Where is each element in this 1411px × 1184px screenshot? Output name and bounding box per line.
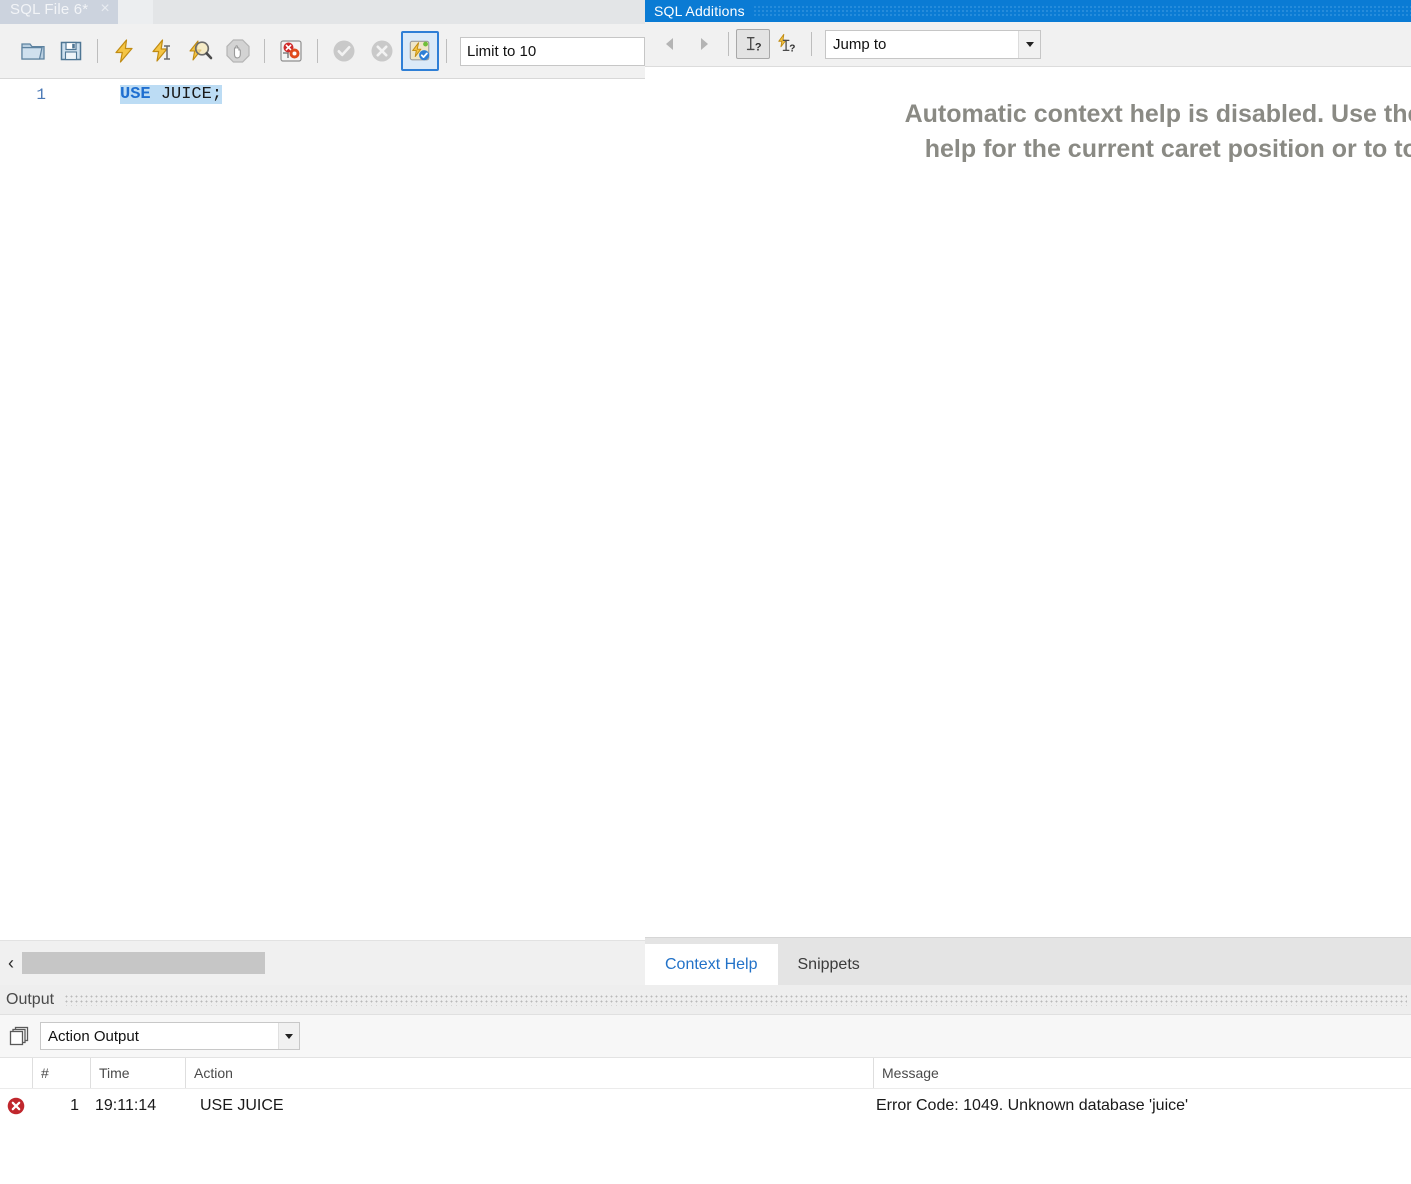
code-line-1[interactable]: USE JUICE;: [70, 80, 645, 110]
forward-arrow-icon[interactable]: [687, 28, 721, 60]
table-row[interactable]: 1 19:11:14 USE JUICE Error Code: 1049. U…: [0, 1089, 1411, 1122]
toolbar-separator: [811, 32, 812, 56]
stop-execution-icon[interactable]: [219, 31, 257, 71]
output-toolbar: Action Output: [0, 1015, 1411, 1058]
sql-additions-tab-bar: Context Help Snippets: [645, 937, 1411, 985]
tab-context-help-label: Context Help: [665, 955, 758, 973]
open-sql-script-icon[interactable]: [14, 31, 52, 71]
sql-editor-toolbar: Limit to 10: [0, 24, 645, 79]
commit-icon[interactable]: [325, 31, 363, 71]
save-script-icon[interactable]: [52, 31, 90, 71]
editor-tab-sql-file-6[interactable]: SQL File 6* ×: [0, 0, 118, 24]
chevron-left-icon[interactable]: ‹: [0, 954, 22, 972]
code-selection: USE JUICE;: [120, 85, 223, 104]
toolbar-separator: [317, 39, 318, 63]
toolbar-separator: [728, 32, 729, 56]
svg-text:?: ?: [755, 41, 762, 53]
close-icon[interactable]: ×: [100, 1, 109, 17]
execute-current-statement-icon[interactable]: [143, 31, 181, 71]
row-time: 19:11:14: [95, 1096, 157, 1114]
toolbar-separator: [264, 39, 265, 63]
line-number: 1: [36, 86, 46, 104]
chevron-down-icon[interactable]: [1018, 30, 1040, 58]
context-help-message: Automatic context help is disabled. Use …: [904, 100, 1411, 163]
panel-grip-icon: [64, 993, 1407, 1006]
output-title-bar: Output: [0, 985, 1411, 1015]
scrollbar-track[interactable]: [22, 952, 645, 974]
context-help-icon[interactable]: ?: [736, 29, 770, 59]
sql-additions-title-bar: SQL Additions: [645, 0, 1411, 22]
row-action: USE JUICE: [200, 1096, 284, 1114]
tab-strip-filler: [153, 0, 645, 24]
explain-query-icon[interactable]: [181, 31, 219, 71]
output-pane: Output Action Output # Time Action Messa…: [0, 985, 1411, 1184]
context-help-content: Automatic context help is disabled. Use …: [645, 67, 1411, 937]
column-header-number[interactable]: #: [32, 1058, 90, 1088]
sql-code-area[interactable]: 1 USE JUICE;: [0, 80, 645, 941]
row-message: Error Code: 1049. Unknown database 'juic…: [876, 1096, 1189, 1114]
column-header-action[interactable]: Action: [185, 1058, 873, 1088]
sql-additions-pane: SQL Additions ? ? Jump to Automatic cont…: [645, 0, 1411, 985]
line-number-gutter: 1: [0, 80, 70, 941]
sql-punctuation-token: ;: [211, 85, 223, 104]
error-icon: [7, 1097, 25, 1114]
sql-additions-title-text: SQL Additions: [654, 3, 745, 19]
tab-context-help[interactable]: Context Help: [645, 944, 778, 985]
panel-grip-icon: [752, 4, 1411, 18]
row-number: 1: [70, 1096, 79, 1114]
jump-to-select[interactable]: Jump to: [825, 29, 1041, 59]
row-limit-select[interactable]: Limit to 10: [460, 36, 645, 66]
toggle-stop-on-error-icon[interactable]: [272, 31, 310, 71]
back-arrow-icon[interactable]: [653, 28, 687, 60]
automatic-context-help-icon[interactable]: ?: [770, 29, 804, 59]
jump-to-value: Jump to: [833, 35, 887, 53]
editor-horizontal-scrollbar[interactable]: ‹: [0, 940, 645, 985]
output-title-text: Output: [6, 990, 55, 1008]
column-header-status[interactable]: [0, 1058, 32, 1088]
scrollbar-thumb[interactable]: [22, 952, 265, 974]
sql-keyword-token: USE: [120, 85, 151, 104]
editor-tab-label: SQL File 6*: [10, 0, 89, 18]
status-badge: [0, 1089, 32, 1122]
rollback-icon[interactable]: [363, 31, 401, 71]
row-limit-label: Limit to 10: [467, 42, 537, 60]
execute-statement-icon[interactable]: [105, 31, 143, 71]
tab-snippets[interactable]: Snippets: [778, 944, 880, 985]
chevron-down-icon[interactable]: [278, 1023, 299, 1049]
tab-snippets-label: Snippets: [797, 955, 860, 973]
output-action-table: # Time Action Message 1 19:11:14 USE JUI…: [0, 1058, 1411, 1184]
output-stack-icon[interactable]: [0, 1018, 40, 1054]
output-type-value: Action Output: [48, 1027, 139, 1045]
toolbar-separator: [97, 39, 98, 63]
code-text-body[interactable]: USE JUICE;: [70, 80, 645, 941]
mysql-workbench-window: SQL File 6* × Limit to 10 1 USE JUICE; ‹…: [0, 0, 1411, 1184]
toolbar-separator: [446, 39, 447, 63]
output-type-select[interactable]: Action Output: [40, 1022, 300, 1050]
toggle-autocommit-icon[interactable]: [401, 31, 439, 71]
svg-text:?: ?: [789, 43, 795, 54]
column-header-time[interactable]: Time: [90, 1058, 185, 1088]
column-header-message[interactable]: Message: [873, 1058, 1411, 1088]
output-table-header: # Time Action Message: [0, 1058, 1411, 1089]
sql-additions-toolbar: ? ? Jump to: [645, 22, 1411, 67]
sql-identifier-token: JUICE: [160, 85, 212, 104]
editor-tab-strip: SQL File 6* ×: [0, 0, 645, 24]
sql-editor-pane: SQL File 6* × Limit to 10 1 USE JUICE; ‹: [0, 0, 645, 985]
